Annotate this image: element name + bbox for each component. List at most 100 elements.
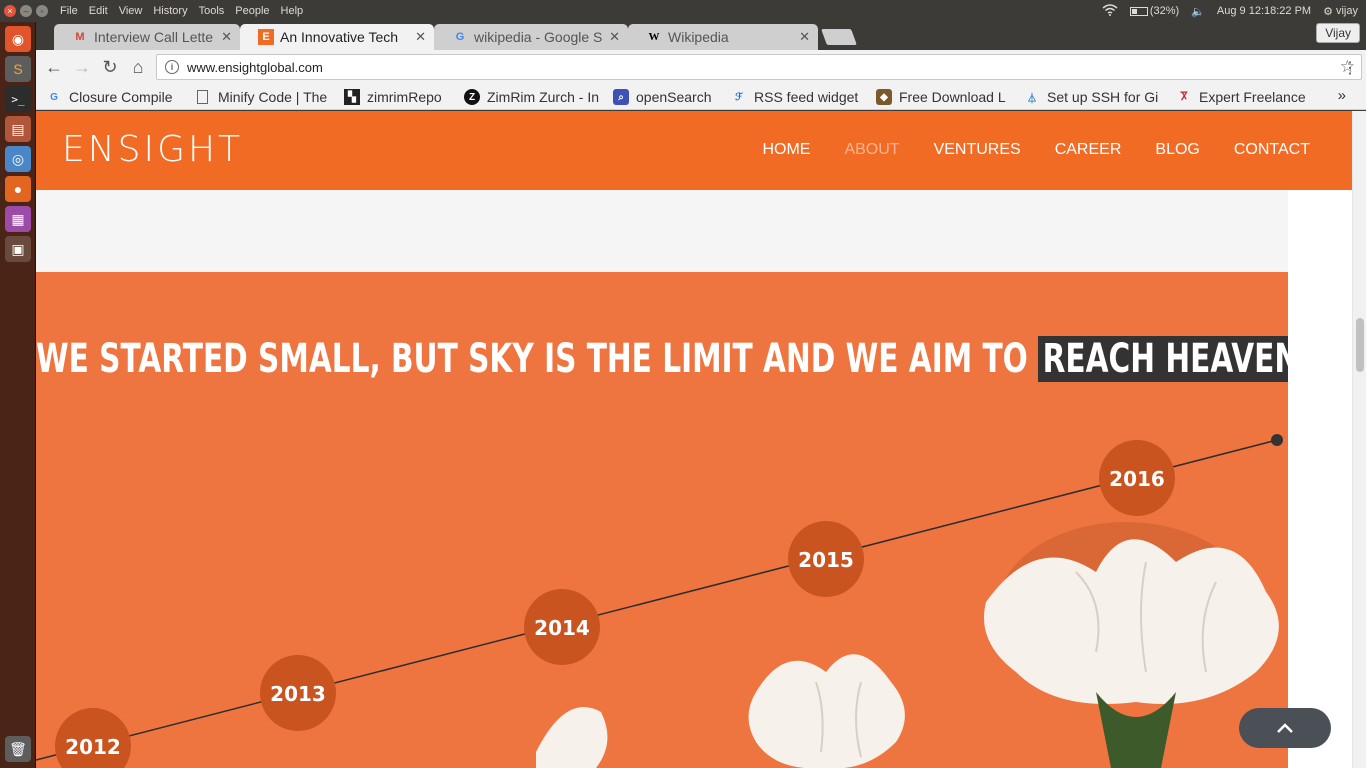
clock[interactable]: Aug 9 12:18:22 PM: [1217, 5, 1311, 17]
section-spacer: [36, 190, 1288, 272]
reload-icon[interactable]: ↻: [96, 57, 124, 78]
back-to-top-button[interactable]: [1239, 708, 1331, 748]
page-viewport: ENSIGHT HOME ABOUT VENTURES CAREER BLOG …: [36, 111, 1352, 768]
ensight-icon: E: [258, 29, 274, 45]
wikipedia-icon: W: [648, 31, 660, 43]
bookmarks-overflow-button[interactable]: »: [1338, 87, 1346, 104]
menu-help[interactable]: Help: [281, 5, 304, 17]
year-badge-2014[interactable]: 2014: [524, 589, 600, 665]
scrollbar-thumb[interactable]: [1356, 318, 1364, 372]
menu-edit[interactable]: Edit: [89, 5, 108, 17]
trash-icon[interactable]: 🗑: [5, 736, 31, 762]
flower-decoration: [536, 522, 1279, 768]
window-minimize-icon[interactable]: –: [20, 5, 32, 17]
close-icon[interactable]: ✕: [609, 29, 620, 45]
ubuntu-dash-icon[interactable]: ◉: [5, 26, 31, 52]
year-badge-2015[interactable]: 2015: [788, 521, 864, 597]
browser-tab-strip: M Interview Call Lette ✕ E An Innovative…: [36, 22, 1366, 50]
page-margin: [1288, 190, 1352, 768]
bookmark-label: zimrimRepo: [367, 89, 442, 105]
tab-title: wikipedia - Google S: [474, 29, 603, 45]
menu-view[interactable]: View: [119, 5, 143, 17]
bookmark-label: openSearch: [636, 89, 712, 105]
terminal-icon[interactable]: >_: [5, 86, 31, 112]
search-icon: ⌕: [613, 89, 629, 105]
bookmark-minify-code[interactable]: Minify Code | The: [197, 88, 335, 106]
nav-contact[interactable]: CONTACT: [1234, 141, 1310, 159]
files-icon[interactable]: ▤: [5, 116, 31, 142]
funnel-icon: ⏃: [1027, 93, 1037, 105]
download-site-icon: ◆: [876, 89, 892, 105]
bookmark-expert-freelance[interactable]: Ⴟ Expert Freelance: [1176, 88, 1316, 106]
app-icon[interactable]: ▦: [5, 206, 31, 232]
year-label: 2013: [270, 682, 326, 706]
url-text: www.ensightglobal.com: [187, 59, 323, 75]
bookmark-free-download[interactable]: ◆ Free Download L: [876, 88, 1014, 106]
nav-career[interactable]: CAREER: [1055, 141, 1122, 159]
nav-ventures[interactable]: VENTURES: [934, 141, 1021, 159]
battery-percent: (32%): [1149, 5, 1180, 17]
bookmarks-bar: G Closure Compile Minify Code | The ▚ zi…: [36, 84, 1366, 110]
site-logo[interactable]: ENSIGHT: [62, 129, 243, 170]
page-icon: [197, 90, 208, 104]
bookmark-ssh-setup[interactable]: ⏃ Set up SSH for Gi: [1024, 88, 1164, 106]
tab-gmail[interactable]: M Interview Call Lette ✕: [54, 24, 240, 50]
info-icon[interactable]: i: [165, 60, 179, 74]
browser-toolbar: ← → ↻ ⌂ i www.ensightglobal.com ☆ ⋮: [36, 50, 1366, 84]
forward-arrow-icon[interactable]: →: [68, 57, 96, 78]
bookmark-rss-feed-widget[interactable]: ℱ RSS feed widget: [731, 88, 866, 106]
tab-google[interactable]: G wikipedia - Google S ✕: [434, 24, 628, 50]
battery-indicator[interactable]: (32%): [1129, 5, 1180, 17]
tab-ensight[interactable]: E An Innovative Tech ✕: [240, 24, 434, 50]
back-arrow-icon[interactable]: ←: [40, 57, 68, 78]
menu-history[interactable]: History: [153, 5, 187, 17]
kebab-menu-icon[interactable]: ⋮: [1342, 58, 1358, 78]
tab-title: Interview Call Lette: [94, 29, 214, 45]
bookmark-label: Minify Code | The: [218, 89, 328, 105]
address-bar[interactable]: i www.ensightglobal.com ☆: [156, 54, 1362, 80]
year-badge-2013[interactable]: 2013: [260, 655, 336, 731]
bookmark-label: Expert Freelance: [1199, 89, 1306, 105]
gmail-icon: M: [75, 31, 85, 43]
bookmark-closure-compiler[interactable]: G Closure Compile: [46, 88, 186, 106]
close-icon[interactable]: ✕: [799, 29, 810, 45]
sublime-text-icon[interactable]: S: [5, 56, 31, 82]
year-label: 2015: [798, 548, 854, 572]
year-label: 2012: [65, 735, 121, 759]
google-icon: G: [50, 91, 58, 103]
menu-tools[interactable]: Tools: [199, 5, 225, 17]
battery-icon: [1129, 6, 1148, 16]
nav-blog[interactable]: BLOG: [1155, 141, 1199, 159]
year-badge-2012[interactable]: 2012: [55, 708, 131, 768]
workspace-icon[interactable]: ▣: [5, 236, 31, 262]
firefox-icon[interactable]: ●: [5, 176, 31, 202]
tab-wikipedia[interactable]: W Wikipedia ✕: [628, 24, 818, 50]
bookmark-label: Set up SSH for Gi: [1047, 89, 1159, 105]
year-badge-2016[interactable]: 2016: [1099, 440, 1175, 516]
close-icon[interactable]: ✕: [415, 29, 426, 45]
menu-people[interactable]: People: [235, 5, 269, 17]
bookmark-opensearch[interactable]: ⌕ openSearch: [613, 88, 723, 106]
chrome-icon[interactable]: ◎: [5, 146, 31, 172]
rss-widget-icon: ℱ: [735, 91, 743, 103]
nav-about[interactable]: ABOUT: [844, 141, 899, 159]
bookmark-zimrimrepo[interactable]: ▚ zimrimRepo: [344, 88, 454, 106]
timeline-hero: 2012 2013 2014 2015 2016 WE STARTED SMAL…: [36, 272, 1288, 768]
profile-button[interactable]: Vijay: [1316, 23, 1360, 43]
bookmark-zimrim-zurch[interactable]: Z ZimRim Zurch - In: [464, 88, 604, 106]
menu-file[interactable]: File: [60, 5, 78, 17]
window-maximize-icon[interactable]: ▫: [36, 5, 48, 17]
window-close-icon[interactable]: ×: [4, 5, 16, 17]
gear-icon: ⚙: [1323, 5, 1333, 18]
session-user: vijay: [1335, 5, 1358, 17]
zimrim-icon: Z: [464, 89, 480, 105]
app-menubar: File Edit View History Tools People Help: [60, 5, 314, 17]
page-scrollbar[interactable]: [1352, 111, 1366, 768]
volume-icon[interactable]: 🔈: [1191, 5, 1205, 18]
close-icon[interactable]: ✕: [221, 29, 232, 45]
session-indicator[interactable]: ⚙ vijay: [1323, 5, 1358, 18]
wifi-icon[interactable]: [1102, 3, 1118, 19]
home-icon[interactable]: ⌂: [124, 57, 152, 78]
nav-home[interactable]: HOME: [762, 141, 810, 159]
new-tab-button[interactable]: [821, 29, 857, 45]
